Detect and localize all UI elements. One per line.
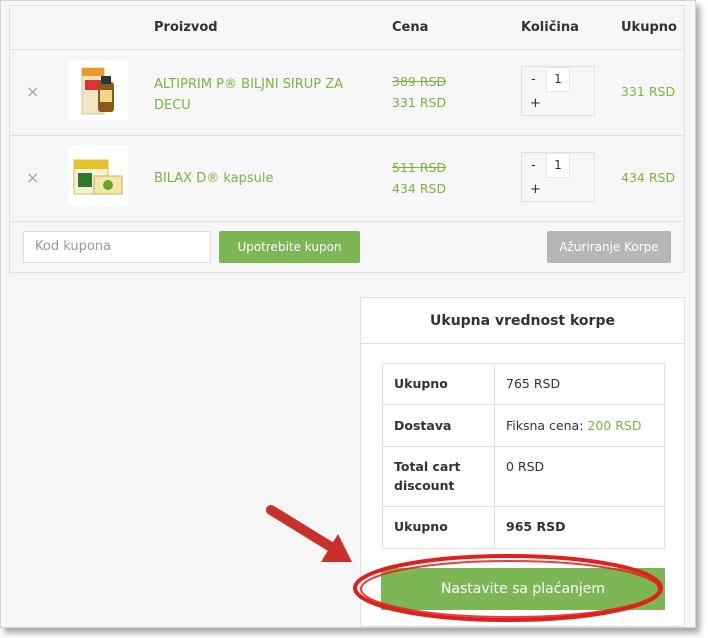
cart-row: × BILAX D® kapsule 511 RSD 434 RSD - 1 + — [10, 136, 684, 222]
order-total-value: 965 RSD — [506, 519, 566, 534]
old-price: 389 RSD — [392, 74, 447, 89]
qty-minus-button[interactable]: - — [531, 158, 536, 173]
proceed-to-checkout-button[interactable]: Nastavite sa plaćanjem — [381, 568, 665, 610]
cart-row: × ALTIPRIM P® BILJNI SIRUP ZA DECU 389 R… — [10, 50, 684, 136]
sale-price: 434 RSD — [392, 181, 447, 196]
product-name-link[interactable]: ALTIPRIM P® BILJNI SIRUP ZA DECU — [154, 74, 343, 116]
totals-table: Ukupno 765 RSD Dostava Fiksna cena: 200 … — [382, 363, 665, 549]
quantity-stepper: - 1 + — [521, 152, 595, 202]
shipping-row: Dostava Fiksna cena: 200 RSD — [383, 405, 664, 447]
page-frame: Proizvod Cena Količina Ukupno × ALTIPRIM… — [0, 0, 696, 628]
shipping-value: Fiksna cena: 200 RSD — [506, 418, 642, 433]
qty-plus-button[interactable]: + — [530, 182, 541, 197]
discount-row: Total cart discount 0 RSD — [383, 447, 664, 507]
quantity-stepper: - 1 + — [521, 66, 595, 116]
header-product: Proizvod — [154, 20, 218, 35]
cart-header: Proizvod Cena Količina Ukupno — [10, 6, 684, 50]
order-total-row: Ukupno 965 RSD — [383, 507, 664, 548]
product-thumbnail[interactable] — [68, 60, 128, 120]
remove-item-icon[interactable]: × — [26, 170, 39, 186]
old-price: 511 RSD — [392, 160, 447, 175]
qty-input[interactable]: 1 — [546, 67, 570, 92]
cart-totals-title: Ukupna vrednost korpe — [361, 298, 684, 344]
qty-minus-button[interactable]: - — [531, 72, 536, 87]
sale-price: 331 RSD — [392, 95, 447, 110]
header-price: Cena — [392, 20, 429, 35]
header-quantity: Količina — [521, 20, 579, 35]
subtotal-label: Ukupno — [383, 364, 495, 404]
subtotal-row: Ukupno 765 RSD — [383, 364, 664, 405]
remove-item-icon[interactable]: × — [26, 84, 39, 100]
line-total: 434 RSD — [621, 170, 676, 185]
line-total: 331 RSD — [621, 84, 676, 99]
header-total: Ukupno — [621, 20, 677, 35]
apply-coupon-button[interactable]: Upotrebite kupon — [219, 231, 360, 263]
update-cart-button[interactable]: Ažuriranje Korpe — [547, 231, 671, 263]
qty-input[interactable]: 1 — [546, 153, 570, 178]
product-thumbnail[interactable] — [68, 146, 128, 206]
subtotal-value: 765 RSD — [506, 376, 561, 391]
discount-label: Total cart discount — [383, 447, 495, 506]
coupon-code-input[interactable]: Kod kupona — [23, 231, 211, 263]
order-total-label: Ukupno — [383, 507, 495, 548]
cart-table: Proizvod Cena Količina Ukupno × ALTIPRIM… — [9, 5, 685, 273]
qty-plus-button[interactable]: + — [530, 96, 541, 111]
cart-totals-panel: Ukupna vrednost korpe Ukupno 765 RSD Dos… — [360, 297, 685, 627]
shipping-label: Dostava — [383, 405, 495, 446]
discount-value: 0 RSD — [506, 459, 545, 474]
product-name-link[interactable]: BILAX D® kapsule — [154, 168, 274, 189]
